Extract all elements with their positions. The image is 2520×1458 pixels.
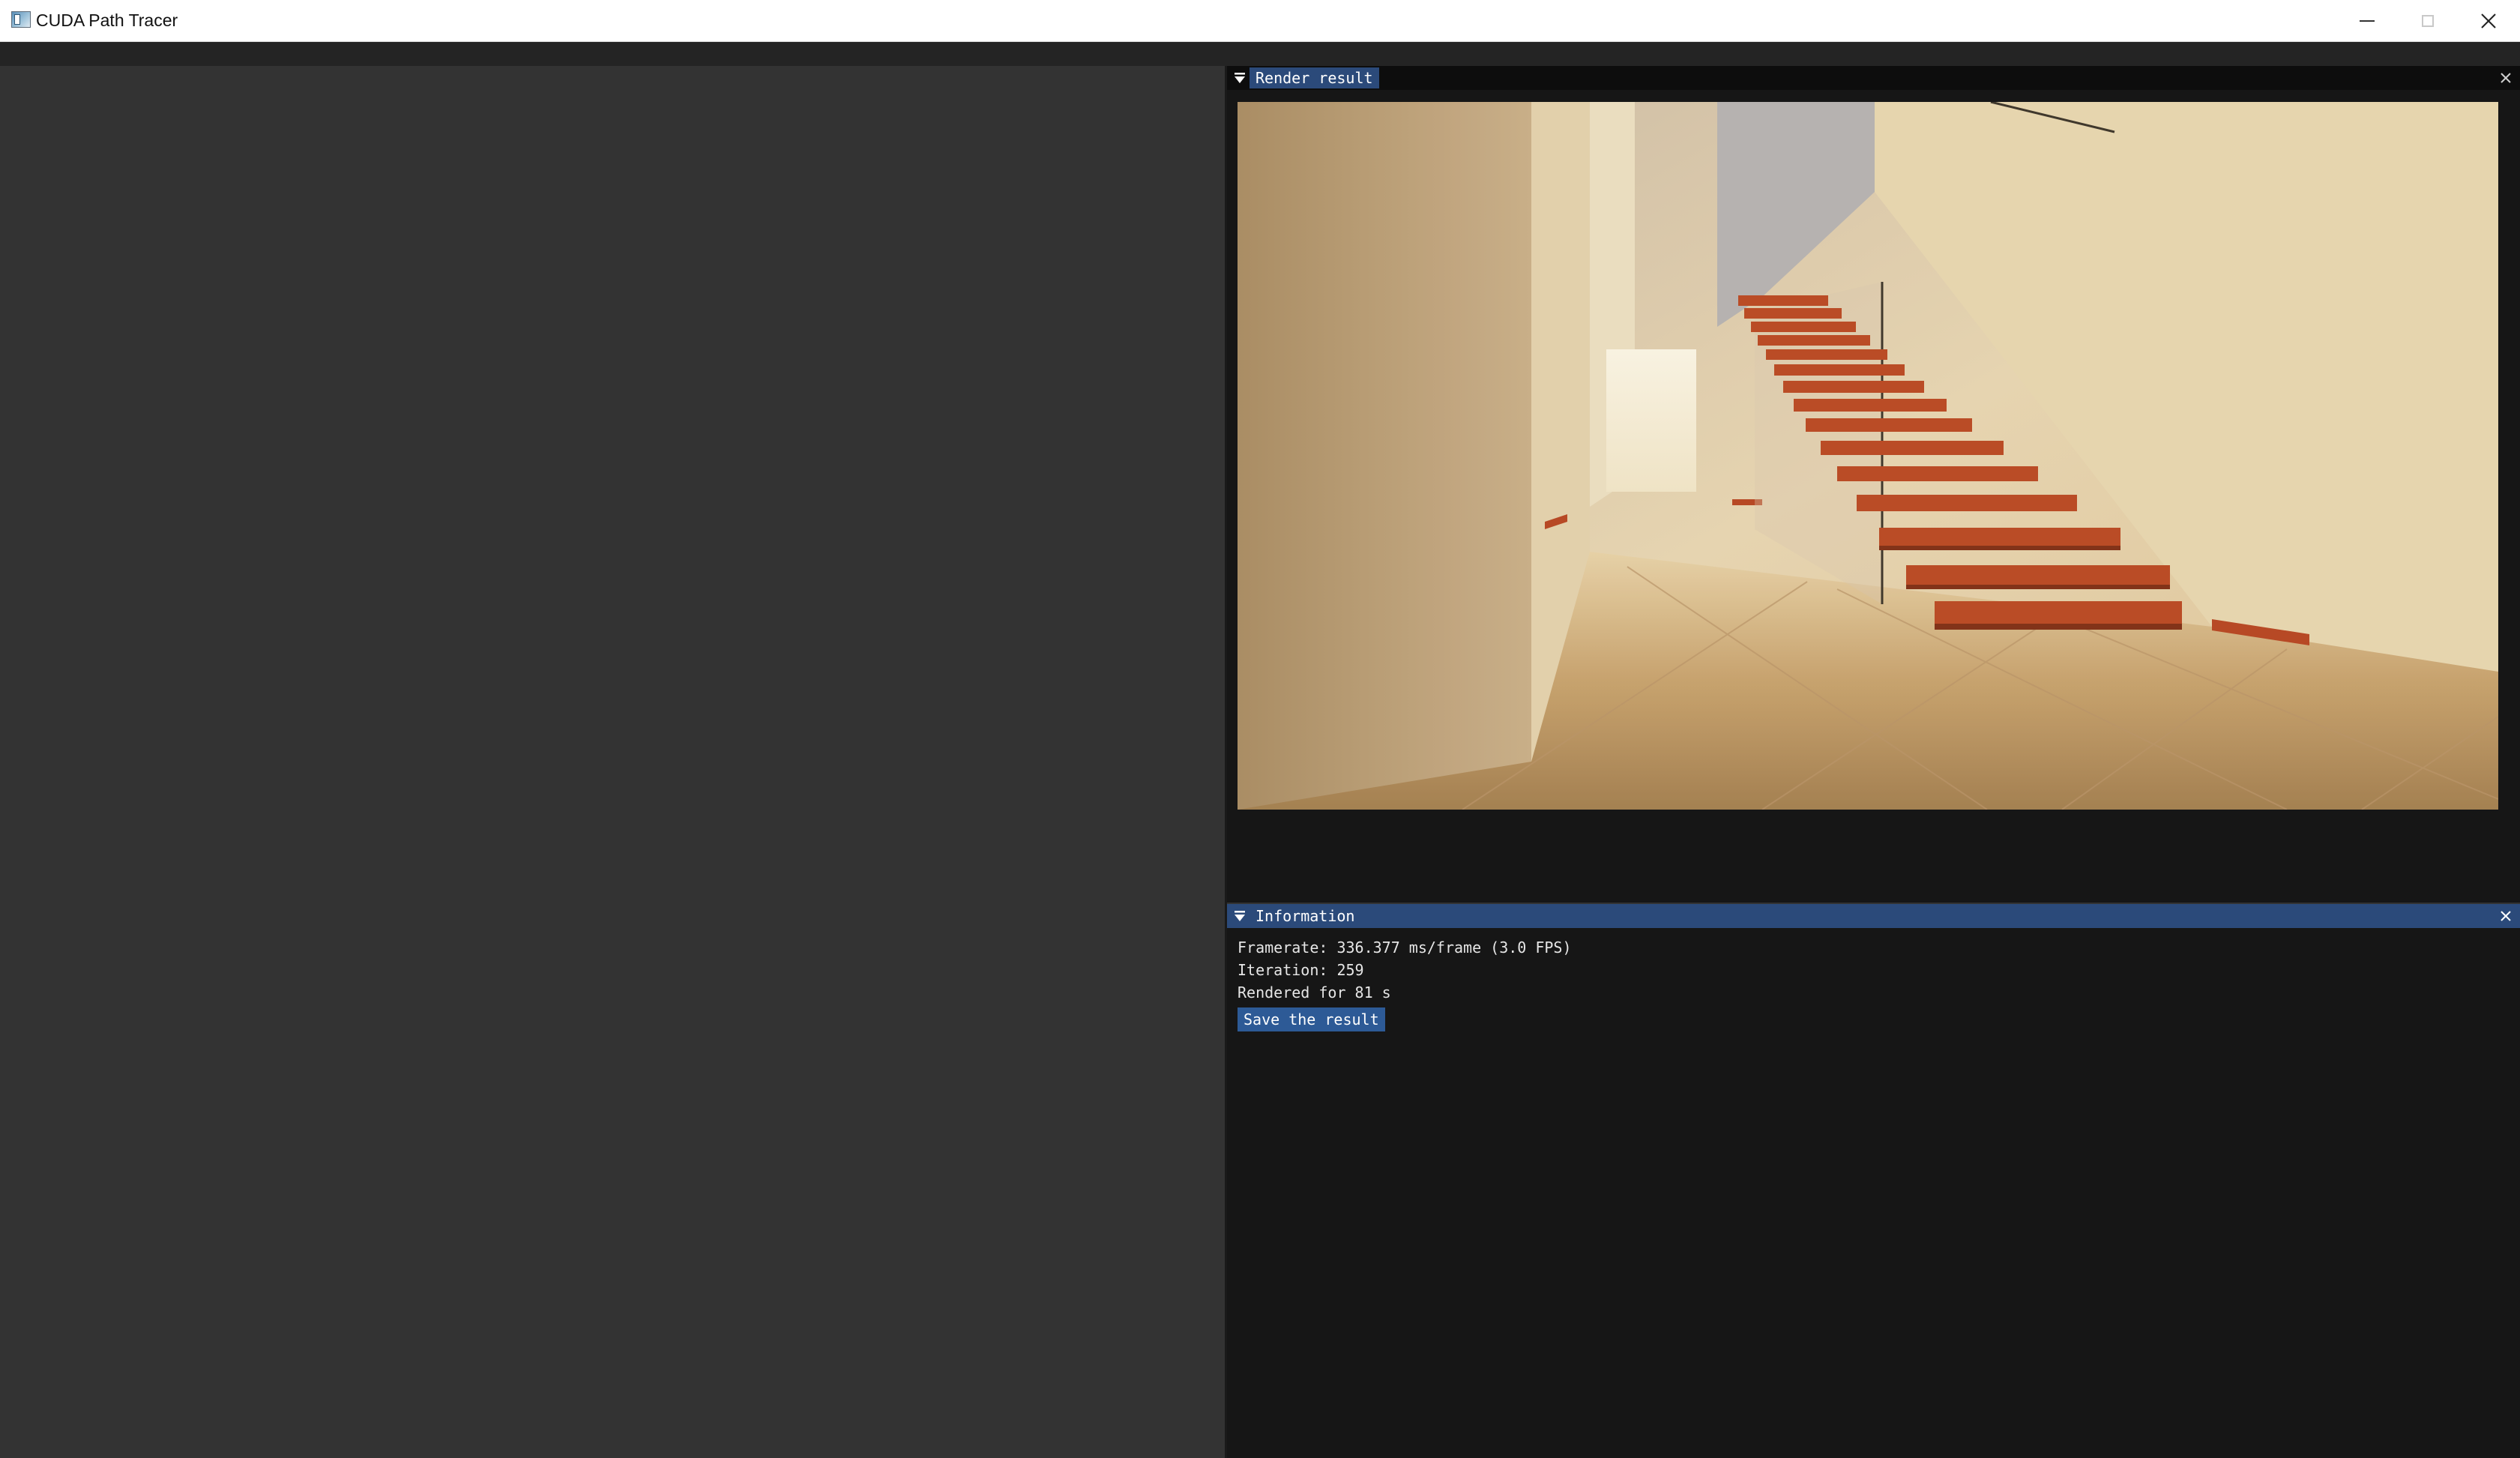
menu-bar [0, 42, 2520, 66]
framerate-text: Framerate: 336.377 ms/frame (3.0 FPS) [1238, 939, 1572, 957]
collapse-arrow-icon[interactable] [1233, 909, 1247, 923]
maximize-icon [2422, 14, 2434, 27]
information-panel-title[interactable]: Information [1250, 906, 1360, 927]
rendered-time-text: Rendered for 81 s [1238, 983, 1391, 1001]
save-result-button[interactable]: Save the result [1238, 1007, 1385, 1031]
close-button[interactable] [2459, 0, 2519, 41]
iteration-text: Iteration: 259 [1238, 961, 1364, 979]
app-window-icon [11, 11, 31, 28]
minimize-button[interactable] [2337, 0, 2397, 41]
information-panel-header[interactable]: Information [1227, 904, 2520, 928]
title-bar[interactable]: CUDA Path Tracer [0, 0, 2520, 42]
collapse-arrow-icon[interactable] [1233, 71, 1247, 85]
render-result-panel: Render result [1227, 66, 2520, 903]
minimize-icon [2360, 19, 2375, 22]
render-image [1238, 102, 2498, 810]
window-title: CUDA Path Tracer [36, 10, 178, 30]
information-panel: Information Framerate: 336.377 ms/frame … [1227, 904, 2520, 1458]
render-scene-graphic [1238, 102, 2498, 810]
close-panel-icon[interactable] [2499, 71, 2513, 85]
close-icon [2481, 13, 2496, 28]
close-panel-icon[interactable] [2499, 909, 2513, 923]
render-panel-title[interactable]: Render result [1250, 67, 1379, 88]
app-window: CUDA Path Tracer Render result Informati… [0, 0, 2520, 1458]
maximize-button[interactable] [2398, 0, 2458, 41]
workspace-area [0, 66, 1225, 1458]
render-panel-header[interactable]: Render result [1227, 66, 2520, 90]
